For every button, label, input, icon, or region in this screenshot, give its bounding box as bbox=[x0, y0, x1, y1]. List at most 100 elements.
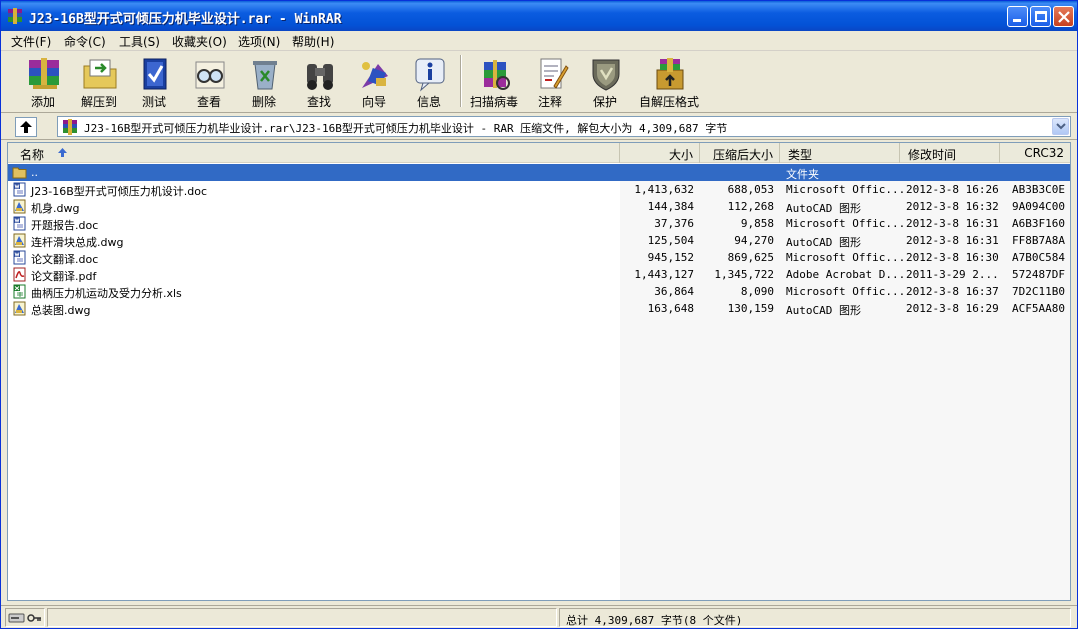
file-name: 总装图.dwg bbox=[31, 304, 91, 317]
info-label: 信息 bbox=[416, 95, 441, 109]
winrar-app-icon[interactable] bbox=[7, 8, 23, 24]
file-packed-size: 869,625 bbox=[727, 251, 774, 264]
file-modified: 2012-3-8 16:29 bbox=[906, 302, 999, 315]
menu-commands[interactable]: 命令(C) bbox=[64, 33, 106, 50]
menu-file[interactable]: 文件(F) bbox=[11, 33, 51, 50]
folder-icon bbox=[12, 167, 27, 179]
file-name: 曲柄压力机运动及受力分析.xls bbox=[31, 287, 182, 300]
sfx-button[interactable]: 自解压格式 bbox=[639, 54, 699, 110]
close-button[interactable] bbox=[1053, 6, 1074, 27]
file-name: .. bbox=[31, 166, 38, 179]
status-drive-box bbox=[5, 608, 45, 627]
wizard-button[interactable]: 向导 bbox=[346, 54, 402, 110]
file-modified: 2012-3-8 16:30 bbox=[906, 251, 999, 264]
protect-label: 保护 bbox=[592, 95, 617, 109]
wizard-icon bbox=[362, 62, 388, 88]
column-size[interactable]: 大小 bbox=[620, 143, 700, 163]
column-header: 名称 大小 压缩后大小 类型 修改时间 CRC32 bbox=[8, 143, 1070, 163]
file-crc: 9A094C00 bbox=[1012, 200, 1065, 213]
column-type[interactable]: 类型 bbox=[780, 143, 900, 163]
chevron-down-icon bbox=[1056, 123, 1066, 130]
file-modified: 2012-3-8 16:37 bbox=[906, 285, 999, 298]
status-total-text: 总计 4,309,687 字节(8 个文件) bbox=[566, 614, 743, 627]
word-doc-icon bbox=[13, 250, 26, 265]
virus-scan-button[interactable]: 扫描病毒 bbox=[466, 54, 522, 110]
add-button[interactable]: 添加 bbox=[15, 54, 71, 110]
column-modified[interactable]: 修改时间 bbox=[900, 143, 1000, 163]
file-row[interactable]: 机身.dwg 144,384 112,268 AutoCAD 图形 2012-3-8 1… bbox=[8, 198, 1070, 215]
file-type: Microsoft Offic... bbox=[786, 285, 906, 298]
file-packed-size: 9,858 bbox=[740, 217, 774, 230]
menu-help[interactable]: 帮助(H) bbox=[292, 33, 334, 50]
column-name[interactable]: 名称 bbox=[8, 143, 620, 163]
file-modified: 2011-3-29 2... bbox=[906, 268, 999, 281]
file-packed-size: 1,345,722 bbox=[714, 268, 774, 281]
file-row[interactable]: 总装图.dwg 163,648 130,159 AutoCAD 图形 2012-3-8 … bbox=[8, 300, 1070, 317]
file-crc: A7B0C584 bbox=[1012, 251, 1065, 264]
extract-folder-icon bbox=[83, 59, 117, 89]
address-dropdown-button[interactable] bbox=[1052, 118, 1069, 135]
find-button[interactable]: 查找 bbox=[291, 54, 347, 110]
winrar-window: J23-16B型开式可倾压力机毕业设计.rar - WinRAR 文件(F) 命… bbox=[0, 0, 1078, 629]
sort-up-icon bbox=[58, 148, 67, 157]
autocad-dwg-icon bbox=[13, 199, 26, 214]
menu-tools[interactable]: 工具(S) bbox=[119, 33, 160, 50]
comment-button[interactable]: 注释 bbox=[522, 54, 578, 110]
file-crc: 7D2C11B0 bbox=[1012, 285, 1065, 298]
column-packed[interactable]: 压缩后大小 bbox=[700, 143, 780, 163]
shield-icon bbox=[592, 59, 620, 91]
title-bar[interactable]: J23-16B型开式可倾压力机毕业设计.rar - WinRAR bbox=[1, 1, 1077, 31]
view-glasses-icon bbox=[195, 61, 225, 89]
file-size: 125,504 bbox=[647, 234, 694, 247]
info-button[interactable]: 信息 bbox=[401, 54, 457, 110]
parent-folder-row[interactable]: .. 文件夹 bbox=[8, 164, 1070, 181]
find-binoculars-icon bbox=[307, 64, 333, 90]
minimize-button[interactable] bbox=[1007, 6, 1028, 27]
toolbar: 添加 解压到 测试 查看 删除 查找 向导 信息 扫描病毒 注释 保护 自解压格… bbox=[1, 51, 1077, 113]
file-type: Adobe Acrobat D... bbox=[786, 268, 906, 281]
file-modified: 2012-3-8 16:31 bbox=[906, 234, 999, 247]
file-name: 论文翻译.doc bbox=[31, 253, 99, 266]
file-size: 163,648 bbox=[647, 302, 694, 315]
address-combobox[interactable]: J23-16B型开式可倾压力机毕业设计.rar\J23-16B型开式可倾压力机毕… bbox=[57, 116, 1071, 137]
view-button[interactable]: 查看 bbox=[181, 54, 237, 110]
status-bar: 总计 4,309,687 字节(8 个文件) bbox=[1, 605, 1077, 628]
test-button[interactable]: 测试 bbox=[126, 54, 182, 110]
protect-button[interactable]: 保护 bbox=[577, 54, 633, 110]
file-crc: FF8B7A8A bbox=[1012, 234, 1065, 247]
file-packed-size: 8,090 bbox=[740, 285, 774, 298]
excel-xls-icon bbox=[13, 284, 26, 299]
file-row[interactable]: J23-16B型开式可倾压力机设计.doc 1,413,632 688,053 Mic… bbox=[8, 181, 1070, 198]
file-crc: 572487DF bbox=[1012, 268, 1065, 281]
menu-bar: 文件(F) 命令(C) 工具(S) 收藏夹(O) 选项(N) 帮助(H) bbox=[1, 31, 1077, 51]
up-folder-button[interactable] bbox=[15, 117, 37, 137]
file-packed-size: 130,159 bbox=[727, 302, 774, 315]
menu-options[interactable]: 选项(N) bbox=[238, 33, 280, 50]
info-icon bbox=[415, 58, 445, 92]
file-type: AutoCAD 图形 bbox=[786, 236, 861, 249]
word-doc-icon bbox=[13, 182, 26, 197]
menu-favorites[interactable]: 收藏夹(O) bbox=[172, 33, 227, 50]
delete-button[interactable]: 删除 bbox=[236, 54, 292, 110]
file-row[interactable]: 连杆滑块总成.dwg 125,504 94,270 AutoCAD 图形 2012-3-… bbox=[8, 232, 1070, 249]
extract-to-button[interactable]: 解压到 bbox=[71, 54, 127, 110]
file-type: Microsoft Offic... bbox=[786, 251, 906, 264]
up-arrow-icon bbox=[20, 121, 32, 133]
file-name: 机身.dwg bbox=[31, 202, 80, 215]
file-row[interactable]: 论文翻译.doc 945,152 869,625 Microsoft Offic...… bbox=[8, 249, 1070, 266]
close-icon bbox=[1058, 11, 1070, 23]
drive-key-icon bbox=[8, 613, 41, 623]
file-modified: 2012-3-8 16:31 bbox=[906, 217, 999, 230]
maximize-icon bbox=[1035, 11, 1047, 22]
maximize-button[interactable] bbox=[1030, 6, 1051, 27]
minimize-icon bbox=[1013, 19, 1021, 22]
file-name: 开题报告.doc bbox=[31, 219, 99, 232]
file-list[interactable]: 名称 大小 压缩后大小 类型 修改时间 CRC32 .. 文件夹 J23-16B… bbox=[7, 142, 1071, 601]
file-type: AutoCAD 图形 bbox=[786, 202, 861, 215]
test-check-icon bbox=[143, 58, 167, 90]
file-row[interactable]: 开题报告.doc 37,376 9,858 Microsoft Offic... 201… bbox=[8, 215, 1070, 232]
column-crc[interactable]: CRC32 bbox=[1000, 143, 1070, 163]
file-row[interactable]: 论文翻译.pdf 1,443,127 1,345,722 Adobe Acrobat … bbox=[8, 266, 1070, 283]
status-selected-box bbox=[47, 608, 557, 627]
file-row[interactable]: 曲柄压力机运动及受力分析.xls 36,864 8,090 Microsoft Off… bbox=[8, 283, 1070, 300]
